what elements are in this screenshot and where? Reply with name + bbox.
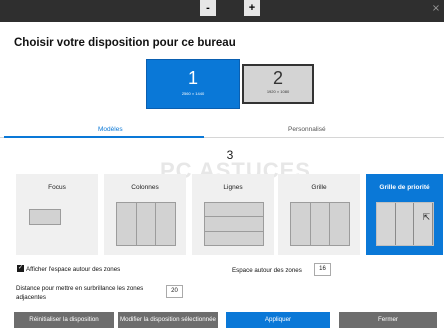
- layout-card-label: Lignes: [223, 184, 243, 191]
- monitor-resolution: 2560 × 1440: [181, 91, 205, 96]
- monitor-2[interactable]: 2 1920 × 1080: [242, 64, 314, 104]
- monitor-1[interactable]: 1 2560 × 1440: [146, 59, 240, 109]
- layout-card-grille[interactable]: Grille: [278, 174, 360, 255]
- tab-modeles[interactable]: Modèles: [98, 126, 123, 133]
- modify-layout-button[interactable]: Modifier la disposition sélectionnée: [118, 312, 218, 328]
- layout-card-label: Focus: [48, 184, 66, 191]
- layout-card-grille-de-priorite[interactable]: Grille de priorité ⇱: [366, 174, 443, 255]
- close-icon[interactable]: ×: [430, 3, 442, 15]
- priority-grid-preview-icon: ⇱: [376, 202, 434, 246]
- page-title: Choisir votre disposition pour ce bureau: [14, 37, 236, 49]
- layout-card-focus[interactable]: Focus: [16, 174, 98, 255]
- monitor-resolution: 1920 × 1080: [266, 89, 290, 94]
- columns-preview-icon: [116, 202, 176, 246]
- apply-button[interactable]: Appliquer: [226, 312, 330, 328]
- tab-active-indicator: [4, 136, 204, 138]
- layout-card-label: Colonnes: [131, 184, 159, 191]
- mouse-cursor-icon: ⇱: [422, 212, 431, 222]
- space-around-label: Espace autour des zones: [232, 267, 302, 274]
- show-space-checkbox[interactable]: ✓: [17, 265, 24, 272]
- title-bar: ×: [0, 0, 444, 22]
- layout-card-label: Grille: [311, 184, 327, 191]
- distance-input[interactable]: 20: [166, 285, 183, 298]
- rows-preview-icon: [204, 202, 264, 246]
- distance-label: Distance pour mettre en surbrillance les…: [16, 285, 144, 301]
- show-space-label: Afficher l'espace autour des zones: [26, 266, 121, 273]
- zone-count-decrement-button[interactable]: -: [200, 0, 216, 16]
- tab-personnalise[interactable]: Personnalisé: [288, 126, 326, 133]
- focus-preview-icon: [29, 209, 61, 225]
- monitor-number: 1: [187, 68, 198, 88]
- layout-card-lignes[interactable]: Lignes: [192, 174, 274, 255]
- zone-count-increment-button[interactable]: +: [244, 0, 260, 16]
- layout-card-colonnes[interactable]: Colonnes: [104, 174, 186, 255]
- space-around-input[interactable]: 16: [314, 263, 331, 276]
- reset-layout-button[interactable]: Réinitialiser la disposition: [14, 312, 114, 328]
- monitor-number: 2: [272, 68, 283, 88]
- close-button[interactable]: Fermer: [339, 312, 437, 328]
- layout-card-label: Grille de priorité: [379, 184, 430, 191]
- grid-preview-icon: [290, 202, 350, 246]
